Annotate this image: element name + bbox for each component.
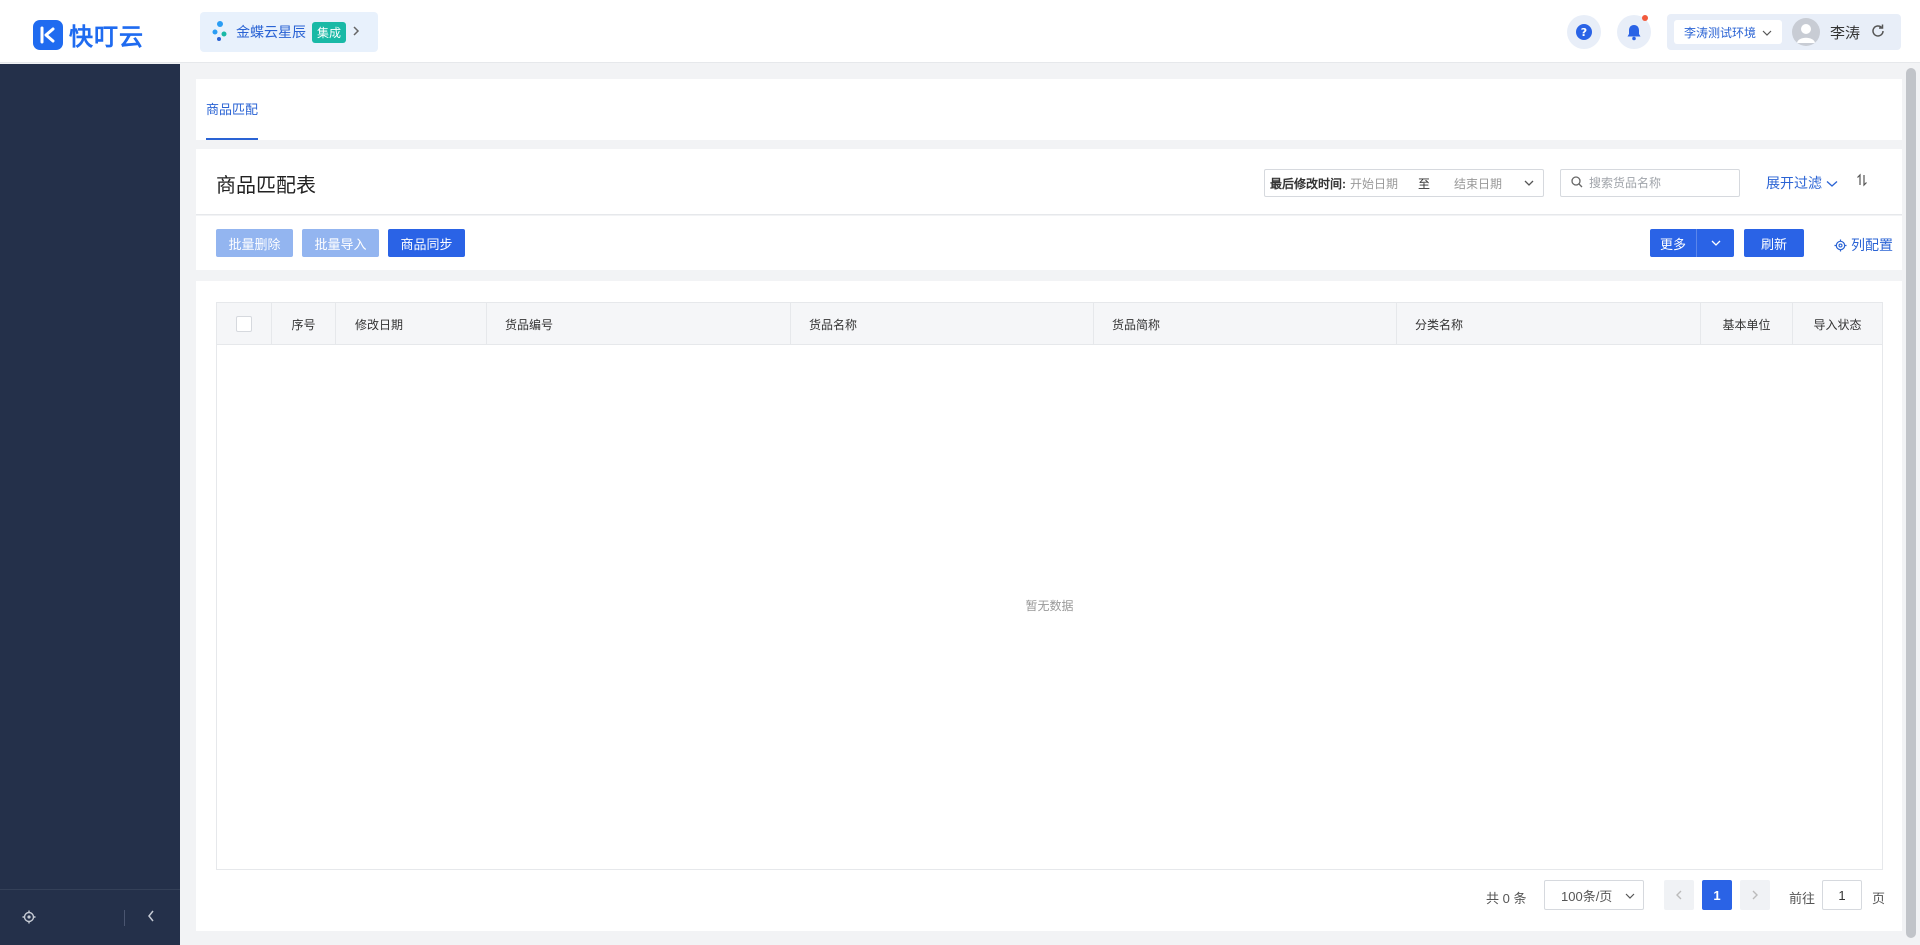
help-icon: ? (1576, 24, 1592, 40)
prev-page-button[interactable] (1664, 880, 1694, 910)
environment-label: 李涛测试环境 (1684, 25, 1757, 40)
search-icon (1571, 175, 1583, 191)
end-date-input[interactable]: 结束日期 (1454, 175, 1502, 192)
chevron-down-icon (1625, 889, 1635, 906)
column-header[interactable]: 货品名称 (791, 303, 1094, 345)
logo-text: 快叮云 (69, 24, 144, 51)
goto-label: 前往 (1789, 891, 1816, 906)
collapse-sidebar-icon[interactable] (146, 909, 156, 926)
column-config-button[interactable]: 列配置 (1834, 235, 1893, 255)
select-all-cell (217, 303, 272, 345)
svg-text:?: ? (1581, 26, 1587, 39)
date-range-picker[interactable]: 最后修改时间: 开始日期 至 结束日期 (1264, 169, 1544, 197)
chevron-down-icon[interactable] (1696, 229, 1734, 257)
column-header[interactable]: 序号 (272, 303, 336, 345)
user-icon (1797, 24, 1816, 43)
help-button[interactable]: ? (1567, 15, 1601, 49)
product-sync-button[interactable]: 商品同步 (388, 229, 465, 257)
logo-icon (33, 19, 63, 50)
user-name[interactable]: 李涛 (1830, 22, 1860, 43)
user-panel: 李涛测试环境 李涛 (1667, 14, 1901, 50)
select-all-checkbox[interactable] (236, 316, 252, 332)
list-header: 商品匹配表 最后修改时间: 开始日期 至 结束日期 展开过滤 (196, 149, 1902, 215)
chevron-down-icon (1762, 25, 1772, 39)
batch-import-button[interactable]: 批量导入 (302, 229, 379, 257)
notifications-button[interactable] (1617, 15, 1651, 49)
search-box[interactable] (1560, 169, 1740, 197)
more-label: 更多 (1659, 236, 1686, 252)
start-date-input[interactable]: 开始日期 (1350, 175, 1398, 192)
reload-icon[interactable] (1870, 23, 1886, 42)
total-count: 共 0 条 (1486, 891, 1527, 906)
product-matching-table: 序号 修改日期 货品编号 货品名称 货品简称 分类名称 基本单位 导入状态 暂无… (216, 302, 1883, 870)
next-page-button[interactable] (1740, 880, 1770, 910)
bell-icon (1627, 25, 1641, 41)
column-header[interactable]: 分类名称 (1397, 303, 1701, 345)
sort-icon[interactable] (1856, 173, 1868, 190)
top-bar: 快叮云 金蝶云星辰 集成 ? 李涛测试环境 李涛 (0, 0, 1920, 63)
gear-icon[interactable] (22, 910, 36, 927)
date-range-label: 最后修改时间: (1270, 176, 1346, 191)
page-number-button[interactable]: 1 (1702, 880, 1732, 910)
empty-state-text: 暂无数据 (1025, 599, 1074, 613)
column-config-label: 列配置 (1851, 237, 1893, 253)
column-header[interactable]: 导入状态 (1793, 303, 1882, 345)
column-header[interactable]: 货品简称 (1094, 303, 1397, 345)
date-range-separator: 至 (1418, 176, 1431, 191)
chevron-right-icon (1752, 890, 1758, 900)
app-dots-icon (212, 20, 230, 45)
app-name: 金蝶云星辰 (236, 24, 306, 40)
sidebar-footer (0, 889, 180, 945)
search-input[interactable] (1589, 176, 1729, 190)
column-header[interactable]: 货品编号 (487, 303, 791, 345)
app-logo[interactable]: 快叮云 (33, 17, 144, 52)
expand-filter-label: 展开过滤 (1766, 175, 1822, 191)
page-size-value: 100条/页 (1561, 888, 1613, 904)
divider (124, 910, 125, 926)
refresh-button[interactable]: 刷新 (1744, 229, 1804, 257)
chevron-left-icon (1676, 890, 1682, 900)
tab-product-matching[interactable]: 商品匹配 (206, 79, 259, 140)
chevron-down-icon (1523, 176, 1535, 193)
column-header[interactable]: 基本单位 (1701, 303, 1793, 345)
table-panel: 序号 修改日期 货品编号 货品名称 货品简称 分类名称 基本单位 导入状态 暂无… (196, 281, 1902, 931)
notification-dot (1642, 15, 1648, 21)
sidebar (0, 64, 180, 945)
batch-delete-button[interactable]: 批量删除 (216, 229, 293, 257)
expand-filter-button[interactable]: 展开过滤 (1766, 173, 1838, 193)
goto-page-input[interactable] (1822, 880, 1862, 910)
environment-select[interactable]: 李涛测试环境 (1674, 20, 1783, 44)
gear-icon (1834, 238, 1847, 252)
tab-strip: 商品匹配 (196, 79, 1902, 140)
scrollbar-thumb[interactable] (1906, 68, 1916, 938)
action-toolbar: 批量删除 批量导入 商品同步 更多 刷新 列配置 (196, 216, 1902, 270)
page-unit-label: 页 (1872, 891, 1886, 906)
integration-badge: 集成 (312, 21, 347, 43)
app-switcher[interactable]: 金蝶云星辰 集成 (200, 12, 378, 52)
column-header[interactable]: 修改日期 (336, 303, 487, 345)
more-dropdown-button[interactable]: 更多 (1650, 229, 1734, 257)
chevron-right-icon (352, 24, 360, 40)
avatar[interactable] (1792, 18, 1821, 46)
page-title: 商品匹配表 (216, 175, 316, 197)
page-scrollbar[interactable] (1902, 64, 1920, 945)
table-header: 序号 修改日期 货品编号 货品名称 货品简称 分类名称 基本单位 导入状态 (217, 303, 1882, 345)
chevron-down-icon (1826, 175, 1838, 191)
pagination: 共 0 条 100条/页 1 前往 页 (196, 880, 1902, 910)
page-size-select[interactable]: 100条/页 (1544, 880, 1644, 910)
